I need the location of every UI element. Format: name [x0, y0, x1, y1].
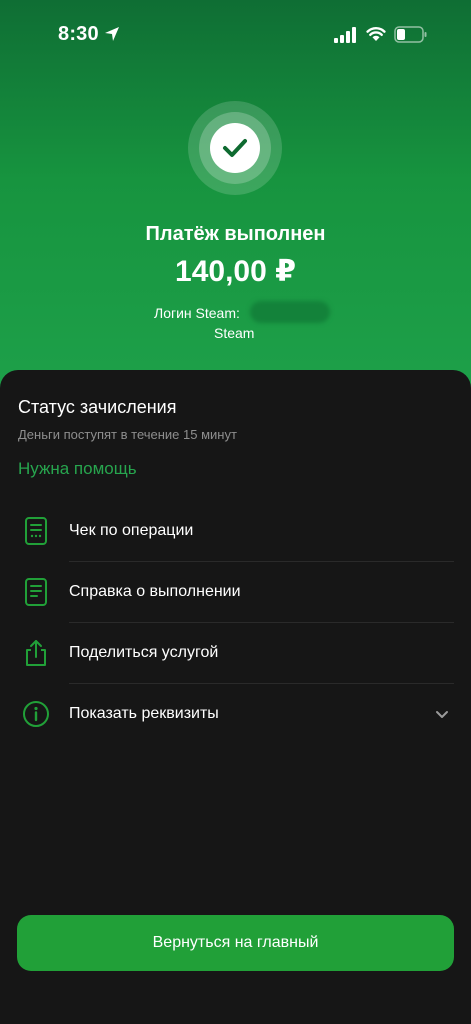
sheet-title: Статус зачисления	[18, 397, 177, 417]
steam-service-name: Steam	[214, 325, 255, 341]
menu-item-certificate[interactable]: Справка о выполнении	[0, 562, 471, 623]
success-badge	[188, 101, 282, 195]
document-icon	[25, 578, 47, 606]
status-bar: 8:30	[0, 0, 471, 70]
menu-item-receipt[interactable]: Чек по операции	[0, 501, 471, 562]
help-link[interactable]: Нужна помощь	[18, 459, 137, 479]
receipt-icon	[25, 517, 47, 545]
menu-item-label: Показать реквизиты	[69, 705, 219, 722]
chevron-down-icon	[436, 711, 448, 718]
payment-amount: 140,00 ₽	[175, 255, 296, 288]
sheet-subtitle: Деньги поступят в течение 15 минут	[18, 427, 237, 442]
battery-icon	[394, 26, 427, 43]
redacted-login	[250, 301, 330, 323]
menu-item-share[interactable]: Поделиться услугой	[0, 623, 471, 684]
info-icon	[23, 701, 49, 727]
return-home-button[interactable]: Вернуться на главный	[17, 915, 454, 971]
success-circle	[210, 123, 260, 173]
status-time: 8:30	[58, 23, 99, 45]
actions-menu: Чек по операции Справка о выполнении Под…	[0, 501, 471, 745]
wifi-icon	[366, 27, 386, 41]
checkmark-icon	[223, 139, 247, 157]
cellular-signal-icon	[334, 27, 356, 43]
status-sheet: Статус зачисления Деньги поступят в тече…	[0, 370, 471, 1024]
menu-item-label: Справка о выполнении	[69, 583, 241, 600]
steam-login-label: Логин Steam:	[154, 305, 240, 321]
payment-title: Платёж выполнен	[145, 223, 326, 245]
menu-item-label: Поделиться услугой	[69, 644, 219, 661]
location-arrow-icon	[105, 27, 119, 41]
menu-item-details[interactable]: Показать реквизиты	[0, 684, 471, 745]
share-icon	[26, 640, 46, 666]
menu-item-label: Чек по операции	[69, 522, 194, 539]
